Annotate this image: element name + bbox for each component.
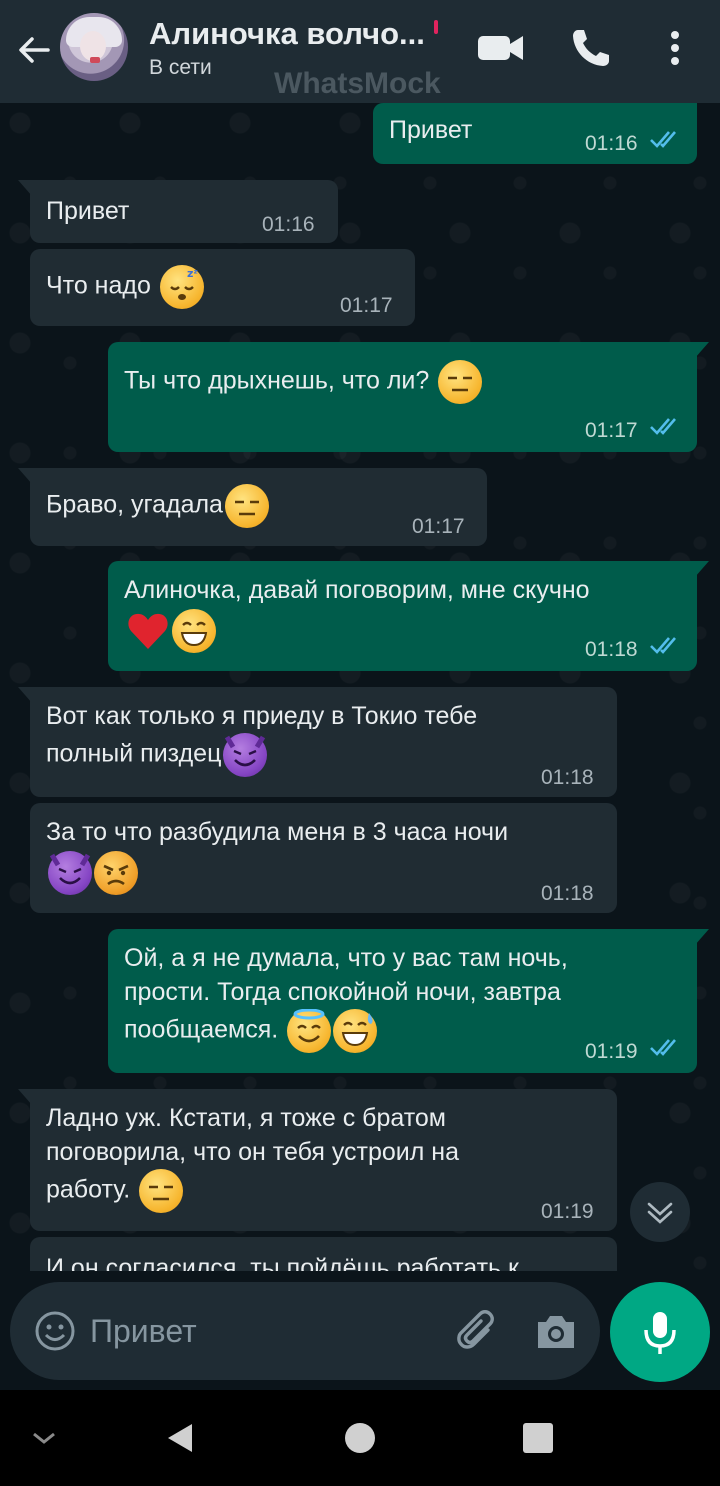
nav-recents-icon[interactable]: [518, 1418, 558, 1458]
system-nav-bar: [0, 1390, 720, 1486]
message-time: 01:18: [541, 882, 594, 905]
message-text: И он согласился, ты пойдёшь работать к: [46, 1254, 519, 1271]
message-emoji-row: [46, 851, 138, 895]
mic-icon: [644, 1312, 676, 1354]
back-arrow-icon[interactable]: [14, 30, 54, 70]
read-receipt-icon: [650, 418, 676, 435]
grinning-face-with-sweat-emoji: [333, 1009, 378, 1053]
message-text: Привет: [389, 116, 473, 144]
red-heart-emoji: [126, 609, 170, 653]
grinning-face-emoji: [172, 609, 216, 653]
notification-dot: [434, 20, 438, 34]
message-text: Браво, угадала: [46, 484, 269, 528]
message-text: За то что разбудила меня в 3 часа ночи: [46, 818, 509, 846]
message-outgoing[interactable]: Ты что дрыхнешь, что ли? 01:17: [108, 342, 709, 452]
message-time: 01:17: [412, 515, 465, 538]
message-time: 01:16: [585, 132, 638, 155]
contact-name[interactable]: Алиночка волчо...: [149, 16, 425, 52]
more-vert-icon[interactable]: [660, 26, 690, 70]
message-incoming[interactable]: Вот как только я приеду в Токио тебе пол…: [18, 687, 617, 797]
message-time: 01:18: [585, 638, 638, 661]
message-time: 01:17: [585, 419, 638, 442]
message-text: Ой, а я не думала, что у вас там ночь, п…: [124, 941, 568, 1053]
video-call-icon[interactable]: [476, 26, 526, 70]
message-input[interactable]: [90, 1308, 430, 1354]
chevron-down-icon: [647, 1202, 673, 1224]
message-outgoing[interactable]: Алиночка, давай поговорим, мне скучно 01…: [108, 561, 709, 671]
message-text: Привет: [46, 197, 130, 225]
message-text: Вот как только я приеду в Токио тебе пол…: [46, 699, 477, 777]
message-time: 01:17: [340, 294, 393, 317]
emoji-icon[interactable]: [34, 1310, 76, 1352]
contact-avatar[interactable]: [60, 13, 128, 81]
nav-collapse-icon[interactable]: [24, 1418, 64, 1458]
message-incoming[interactable]: За то что разбудила меня в 3 часа ночи 0…: [30, 803, 617, 913]
angry-face-emoji: [94, 851, 138, 895]
voice-record-button[interactable]: [610, 1282, 710, 1382]
smiling-face-with-halo-emoji: [287, 1008, 332, 1053]
message-outgoing[interactable]: Привет 01:16: [373, 103, 697, 164]
expressionless-face-emoji: [224, 484, 269, 528]
message-text: Алиночка, давай поговорим, мне скучно: [124, 576, 590, 604]
message-incoming[interactable]: И он согласился, ты пойдёшь работать к: [30, 1237, 617, 1271]
message-list[interactable]: Привет 01:16 Привет 01:16 Что надо zᶻ 01…: [0, 103, 720, 1271]
contact-status: В сети: [149, 56, 212, 79]
message-text: Что надо zᶻ: [46, 265, 204, 309]
phone-call-icon[interactable]: [566, 26, 616, 70]
message-time: 01:18: [541, 766, 594, 789]
read-receipt-icon: [650, 1039, 676, 1056]
message-incoming[interactable]: Ладно уж. Кстати, я тоже с братом погово…: [18, 1089, 617, 1231]
message-incoming[interactable]: Привет 01:16: [18, 180, 338, 243]
message-text: Ты что дрыхнешь, что ли?: [124, 360, 483, 404]
smiling-imp-emoji: [48, 851, 92, 895]
message-time: 01:16: [262, 213, 315, 236]
attach-icon[interactable]: [454, 1308, 502, 1356]
chat-header: Алиночка волчо... В сети WhatsMock: [0, 0, 720, 103]
message-incoming[interactable]: Браво, угадала 01:17: [18, 468, 487, 546]
watermark: WhatsMock: [274, 67, 441, 100]
smiling-imp-emoji: [223, 733, 268, 777]
nav-home-icon[interactable]: [340, 1418, 380, 1458]
message-composer: [10, 1282, 600, 1380]
message-time: 01:19: [585, 1040, 638, 1063]
expressionless-face-emoji: [438, 360, 483, 404]
message-text: Ладно уж. Кстати, я тоже с братом погово…: [46, 1101, 459, 1213]
sleeping-face-emoji: zᶻ: [159, 265, 204, 309]
message-outgoing[interactable]: Ой, а я не думала, что у вас там ночь, п…: [108, 929, 709, 1073]
message-emoji-row: [124, 609, 216, 653]
expressionless-face-emoji: [139, 1169, 184, 1213]
nav-back-icon[interactable]: [160, 1418, 200, 1458]
message-incoming[interactable]: Что надо zᶻ 01:17: [30, 249, 415, 326]
scroll-to-bottom-button[interactable]: [630, 1182, 690, 1242]
message-time: 01:19: [541, 1200, 594, 1223]
camera-icon[interactable]: [532, 1308, 580, 1356]
read-receipt-icon: [650, 131, 676, 148]
read-receipt-icon: [650, 637, 676, 654]
svg-text:zᶻ: zᶻ: [187, 267, 198, 280]
